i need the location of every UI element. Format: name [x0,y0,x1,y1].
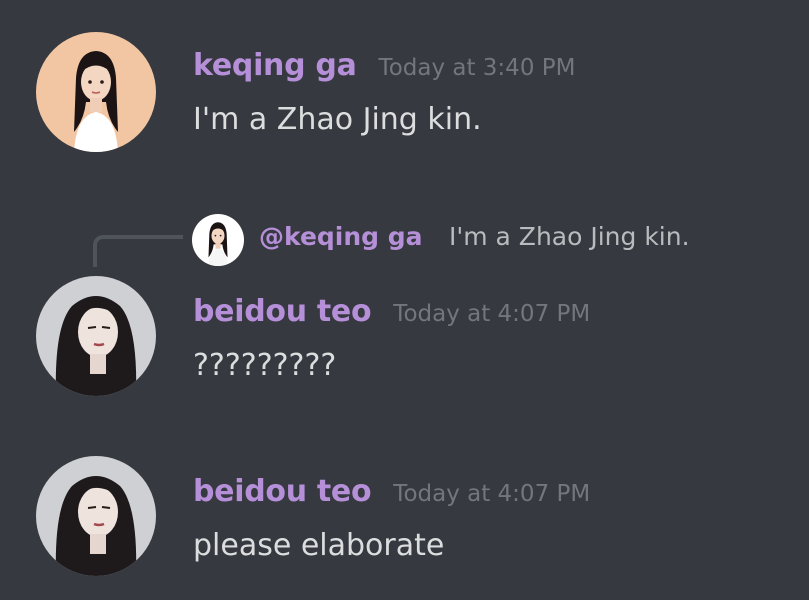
girl-portrait-icon [192,214,244,266]
message-header: beidou teo Today at 4:07 PM [193,294,590,329]
reply-connector-line [93,235,183,267]
reply-avatar-keqing[interactable] [192,214,244,266]
user-avatar-beidou[interactable] [36,456,156,576]
reply-preview-text[interactable]: I'm a Zhao Jing kin. [449,222,690,251]
timestamp[interactable]: Today at 4:07 PM [393,481,590,507]
message-content: please elaborate [193,528,445,563]
message-content: I'm a Zhao Jing kin. [193,102,482,137]
user-avatar-beidou[interactable] [36,276,156,396]
username[interactable]: beidou teo [193,474,372,509]
girl-portrait-icon [36,32,156,152]
message-keqing: keqing ga Today at 3:40 PM I'm a Zhao Jin… [0,0,809,180]
timestamp[interactable]: Today at 3:40 PM [379,55,576,81]
message-header: keqing ga Today at 3:40 PM [193,48,575,83]
longhair-man-icon [36,456,156,576]
user-avatar-keqing[interactable] [36,32,156,152]
reply-mention[interactable]: @keqing ga [259,222,423,251]
username[interactable]: keqing ga [193,48,357,83]
longhair-man-icon [36,276,156,396]
message-beidou-2: beidou teo Today at 4:07 PM please elabor… [0,450,809,600]
message-content: ????????? [193,348,337,383]
message-header: beidou teo Today at 4:07 PM [193,474,590,509]
timestamp[interactable]: Today at 4:07 PM [393,301,590,327]
username[interactable]: beidou teo [193,294,372,329]
message-beidou-1: beidou teo Today at 4:07 PM ????????? [0,270,809,420]
